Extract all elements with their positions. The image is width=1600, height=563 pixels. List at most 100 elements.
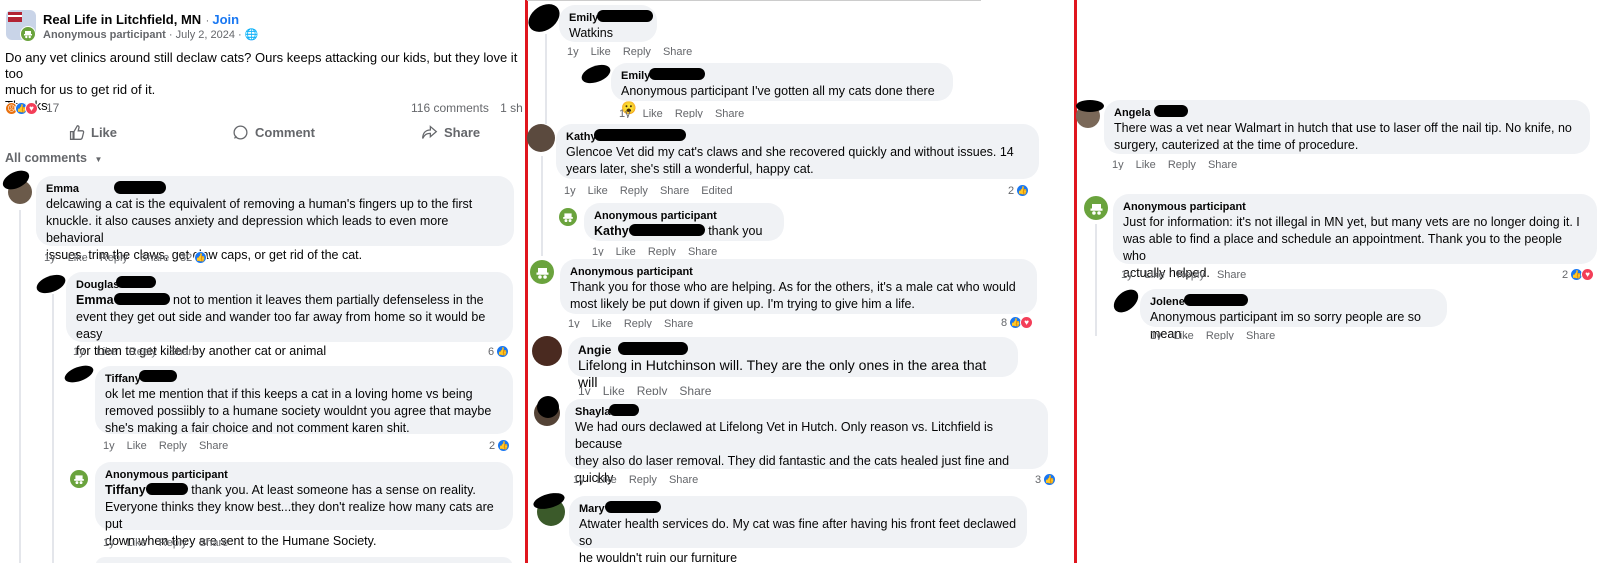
comment-bubble: Anonymous participant Kathy thank you	[584, 203, 784, 241]
comment-reply-button[interactable]: Reply	[100, 252, 128, 264]
comment-reactions[interactable]: 6 👍	[488, 345, 510, 358]
comment-author[interactable]: Emily	[569, 12, 598, 24]
comment-reactions[interactable]: 8 👍 ♥	[1001, 316, 1034, 329]
post-author[interactable]: Anonymous participant	[43, 29, 166, 41]
comment-actions: 1y Like Reply Share	[567, 46, 693, 58]
comment-reply-button[interactable]: Reply	[624, 318, 652, 328]
comment-like-button[interactable]: Like	[591, 46, 611, 58]
comment-reply-button[interactable]: Reply	[159, 440, 187, 452]
comment-author[interactable]: Anonymous participant	[594, 210, 717, 222]
comment-reply-button[interactable]: Reply	[129, 346, 157, 358]
anonymous-icon	[1090, 203, 1102, 215]
comment-like-button[interactable]: Like	[1136, 159, 1156, 170]
anon-avatar[interactable]	[70, 470, 88, 488]
comment-author[interactable]: Tiffany	[105, 373, 141, 385]
comment-bubble: Anonymous participant Tiffany thank you.…	[95, 462, 513, 548]
comment-reply-button[interactable]: Reply	[648, 246, 676, 256]
redaction	[62, 362, 96, 386]
comment-like-button[interactable]: Like	[603, 384, 625, 395]
comment-reactions[interactable]: 3 👍	[1035, 473, 1057, 486]
mention-link[interactable]: Emma	[76, 293, 114, 307]
shares-count[interactable]: 1 sh	[500, 101, 523, 115]
comment-like-button[interactable]: Like	[127, 440, 147, 452]
comment-like-button[interactable]: Like	[127, 537, 147, 549]
comment-reply-button[interactable]: Reply	[1177, 269, 1205, 281]
comment-like-button[interactable]: Like	[1145, 269, 1165, 281]
comment-like-button[interactable]: Like	[643, 108, 663, 118]
comment-author[interactable]: Kathy	[566, 131, 597, 143]
comment-share-button[interactable]: Share	[1208, 159, 1237, 170]
anon-avatar[interactable]	[1084, 196, 1108, 220]
post-date[interactable]: July 2, 2024	[176, 29, 235, 41]
comment-share-button[interactable]: Share	[199, 440, 228, 452]
like-reaction-icon: 👍	[496, 345, 510, 358]
comment-share-button[interactable]: Share	[199, 537, 228, 549]
anon-avatar[interactable]	[20, 26, 36, 42]
comment-reactions[interactable]: 32 👍	[180, 251, 208, 264]
like-reaction-icon: 👍	[1016, 184, 1030, 197]
comment-reply-button[interactable]: Reply	[637, 384, 668, 395]
comment-like-button[interactable]: Like	[68, 252, 88, 264]
anonymous-icon	[536, 267, 548, 279]
comment-share-button[interactable]: Share	[140, 252, 169, 264]
comment-author[interactable]: Angela	[1114, 107, 1151, 119]
chevron-down-icon: ▼	[94, 155, 103, 164]
comment-reply-button[interactable]: Reply	[675, 108, 703, 118]
comment-like-button[interactable]: Like	[597, 474, 617, 486]
comment-author[interactable]: Anonymous participant	[1123, 201, 1246, 213]
share-button[interactable]: Share	[421, 124, 480, 141]
redaction	[1184, 294, 1248, 306]
anon-avatar[interactable]	[559, 208, 577, 226]
comment-reactions[interactable]: 2 👍 ♥	[1562, 268, 1595, 281]
anonymous-icon	[74, 475, 84, 485]
like-button[interactable]: Like	[68, 124, 117, 141]
comment-like-button[interactable]: Like	[1174, 330, 1194, 340]
comment-reply-button[interactable]: Reply	[159, 537, 187, 549]
comment-share-button[interactable]: Share	[663, 46, 692, 58]
anon-avatar[interactable]	[530, 260, 554, 284]
comment-bubble: Emily Watkins	[559, 5, 657, 42]
comment-share-button[interactable]: Share	[669, 474, 698, 486]
comment-share-button[interactable]: Share	[679, 384, 711, 395]
comment-button[interactable]: Comment	[232, 124, 315, 141]
comment-like-button[interactable]: Like	[616, 246, 636, 256]
comment-like-button[interactable]: Like	[588, 185, 608, 197]
comment-share-button[interactable]: Share	[169, 346, 198, 358]
comment-author[interactable]: Jolene	[1150, 296, 1185, 308]
comment-share-button[interactable]: Share	[664, 318, 693, 328]
comment-share-button[interactable]: Share	[1217, 269, 1246, 281]
comment-reply-button[interactable]: Reply	[620, 185, 648, 197]
comment-reactions[interactable]: 2 👍	[1008, 184, 1030, 197]
comment-author[interactable]: Anonymous participant	[105, 469, 228, 481]
comment-reply-button[interactable]: Reply	[629, 474, 657, 486]
comment-author[interactable]: Mary	[579, 503, 605, 515]
comment-share-button[interactable]: Share	[688, 246, 717, 256]
comment-reply-button[interactable]: Reply	[1206, 330, 1234, 340]
comment-author[interactable]: Angie	[578, 343, 611, 357]
comments-filter[interactable]: All comments ▼	[5, 151, 102, 165]
comment-author[interactable]: Shayla	[575, 406, 610, 418]
comment-share-button[interactable]: Share	[1246, 330, 1275, 340]
avatar[interactable]	[532, 336, 562, 366]
mention-link[interactable]: Tiffany	[105, 483, 146, 497]
comment-share-button[interactable]: Share	[715, 108, 744, 118]
comment-reply-button[interactable]: Reply	[623, 46, 651, 58]
comment-bubble: Angela There was a vet near Walmart in h…	[1104, 100, 1590, 154]
comment-like-button[interactable]: Like	[592, 318, 612, 328]
redaction	[139, 370, 177, 382]
comment-author[interactable]: Anonymous participant	[570, 266, 693, 278]
comment-like-button[interactable]: Like	[97, 346, 117, 358]
comment-author[interactable]: Douglas	[76, 279, 119, 291]
post-reactions[interactable]: ☹ 👍 ♥ 17	[5, 101, 59, 115]
comments-count[interactable]: 116 comments	[411, 101, 489, 115]
comment-reactions[interactable]: 2 👍	[489, 439, 511, 452]
comment-share-button[interactable]: Share	[660, 185, 689, 197]
comment-author[interactable]: Emma	[46, 183, 79, 195]
comment-reply-button[interactable]: Reply	[1168, 159, 1196, 170]
mention-link[interactable]: Kathy	[594, 224, 629, 238]
join-link[interactable]: Join	[212, 12, 239, 27]
comment-bubble: Kathy Glencoe Vet did my cat's claws and…	[556, 124, 1039, 179]
comment-author[interactable]: Emily	[621, 70, 650, 82]
group-name[interactable]: Real Life in Litchfield, MN	[43, 12, 201, 27]
avatar[interactable]	[527, 124, 555, 152]
